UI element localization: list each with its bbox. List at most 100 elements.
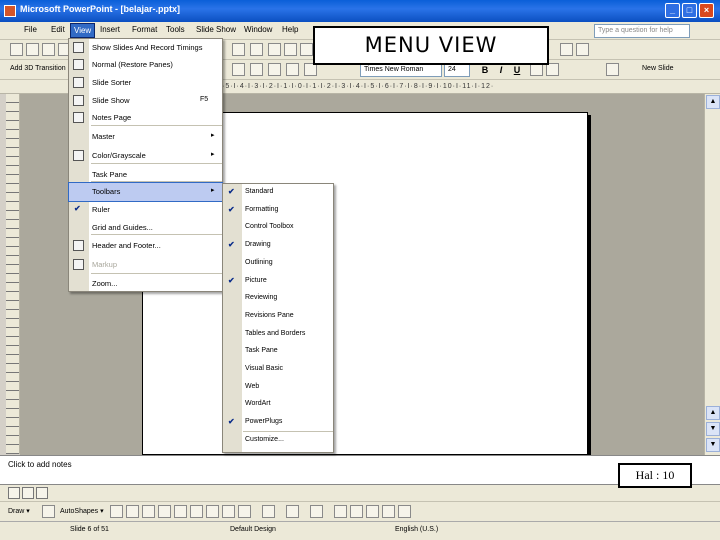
view-menu-item[interactable]: Master ▸ [69,128,222,146]
view-menu-item-label: Toolbars [92,187,121,196]
help-icon[interactable] [576,43,589,56]
menu-view[interactable]: View [70,23,96,38]
arrow-icon[interactable] [126,505,139,518]
toolbars-menu-item[interactable]: Control Toolbox [223,219,333,237]
menu-window[interactable]: Window [242,25,274,34]
scroll-down-page-arrow[interactable]: ▼ [706,422,720,436]
toolbars-menu-item[interactable]: Revisions Pane [223,308,333,326]
dash-style-icon[interactable] [350,505,363,518]
close-button[interactable]: × [699,3,714,18]
notes-pane[interactable]: Click to add notes [0,455,720,485]
arrow-style-icon[interactable] [366,505,379,518]
toolbars-menu-item[interactable]: Task Pane [223,343,333,361]
oval-icon[interactable] [158,505,171,518]
help-question-box[interactable]: Type a question for help [594,24,690,38]
rotate-icon[interactable] [286,63,299,76]
clip-art-icon[interactable] [222,505,235,518]
font-color-icon[interactable] [606,63,619,76]
toolbars-menu-item[interactable]: Reviewing [223,290,333,308]
view-menu-item: Markup [69,256,222,274]
tables-borders-icon[interactable] [300,43,313,56]
draw-menu-button[interactable]: Draw ▾ [8,507,30,515]
view-menu-item[interactable]: Zoom... [69,275,222,293]
vertical-scrollbar[interactable]: ▲ ▲ ▼ ▼ [704,94,720,455]
toolbars-menu-item[interactable]: Tables and Borders [223,326,333,344]
view-menu-item[interactable]: Slide Sorter [69,74,222,92]
shadow-icon[interactable] [232,63,245,76]
shortcut-label: F5 [200,96,209,103]
autoshapes-menu-button[interactable]: AutoShapes ▾ [60,507,104,515]
toolbars-menu-item[interactable]: ✔ Standard [223,184,333,202]
toolbars-menu-item[interactable]: Customize... [223,432,333,450]
view-menu-item[interactable]: ✔ Ruler [69,201,222,219]
toolbars-menu-item[interactable]: Web [223,379,333,397]
slide-counter: Slide 6 of 51 [70,526,109,533]
minimize-button[interactable]: _ [665,3,680,18]
line-icon[interactable] [110,505,123,518]
view-dropdown-menu: Show Slides And Record Timings Normal (Re… [68,38,223,292]
font-color-draw-icon[interactable] [310,505,323,518]
view-menu-item-label: Zoom... [92,279,118,288]
zoom-icon[interactable] [560,43,573,56]
menu-slide-show[interactable]: Slide Show [194,25,238,34]
menu-edit[interactable]: Edit [49,25,67,34]
new-slide-button[interactable]: New Slide [642,65,674,72]
view-menu-item[interactable]: Show Slides And Record Timings [69,39,222,57]
diagram-icon[interactable] [206,505,219,518]
font-size-combo[interactable]: 24 [444,63,470,77]
menu-separator [91,181,222,182]
toolbars-menu-item[interactable]: ✔ Drawing [223,237,333,255]
toolbars-menu-item[interactable]: ✔ Picture [223,273,333,291]
normal-view-icon[interactable] [8,487,20,499]
view-menu-item[interactable]: Slide Show F5 [69,92,222,110]
scroll-down-arrow[interactable]: ▼ [706,438,720,452]
redo-icon[interactable] [250,43,263,56]
slide-sorter-view-icon[interactable] [22,487,34,499]
undo-icon[interactable] [232,43,245,56]
toolbars-menu-item-label: Picture [245,276,267,284]
wordart-icon[interactable] [190,505,203,518]
bold-button[interactable]: B [478,63,492,77]
rectangle-icon[interactable] [142,505,155,518]
shadow-style-icon[interactable] [382,505,395,518]
toolbars-menu-item-label: WordArt [245,400,271,408]
insert-table-icon[interactable] [284,43,297,56]
underline-button[interactable]: U [510,63,524,77]
toolbars-menu-item[interactable]: Visual Basic [223,361,333,379]
toolbars-menu-item[interactable]: ✔ Formatting [223,202,333,220]
toolbars-menu-item[interactable]: Outlining [223,255,333,273]
scroll-up-arrow[interactable]: ▲ [706,95,720,109]
save-icon[interactable] [42,43,55,56]
line-weight-icon[interactable] [334,505,347,518]
toolbars-menu-item[interactable]: WordArt [223,396,333,414]
line-color-icon[interactable] [286,505,299,518]
fill-color-icon[interactable] [262,505,275,518]
title-bar: Microsoft PowerPoint - [belajar-.pptx] _… [0,0,720,22]
crop-icon[interactable] [268,63,281,76]
toolbars-menu-item-label: Revisions Pane [245,311,294,319]
italic-button[interactable]: I [494,63,508,77]
maximize-button[interactable]: □ [682,3,697,18]
add-3d-transition-label[interactable]: Add 3D Transition [10,65,66,72]
toolbars-menu-item[interactable]: ✔ PowerPlugs [223,414,333,432]
view-menu-item[interactable]: Toolbars ▸ [68,182,223,202]
scroll-up-page-arrow[interactable]: ▲ [706,406,720,420]
menu-insert[interactable]: Insert [98,25,122,34]
powerpoint-app-icon[interactable] [4,5,16,17]
insert-chart-icon[interactable] [268,43,281,56]
insert-picture-icon[interactable] [238,505,251,518]
slide-show-view-icon[interactable] [36,487,48,499]
font-name-combo[interactable]: Times New Roman [360,63,442,77]
3d-style-icon[interactable] [398,505,411,518]
view-menu-item[interactable]: Header and Footer... [69,237,222,255]
select-objects-icon[interactable] [42,505,55,518]
new-icon[interactable] [10,43,23,56]
menu-help[interactable]: Help [280,25,300,34]
menu-file[interactable]: File [22,25,39,34]
picture-icon[interactable] [250,63,263,76]
view-menu-item[interactable]: Normal (Restore Panes) [69,56,222,74]
open-icon[interactable] [26,43,39,56]
menu-tools[interactable]: Tools [164,25,187,34]
menu-format[interactable]: Format [130,25,159,34]
textbox-icon[interactable] [174,505,187,518]
